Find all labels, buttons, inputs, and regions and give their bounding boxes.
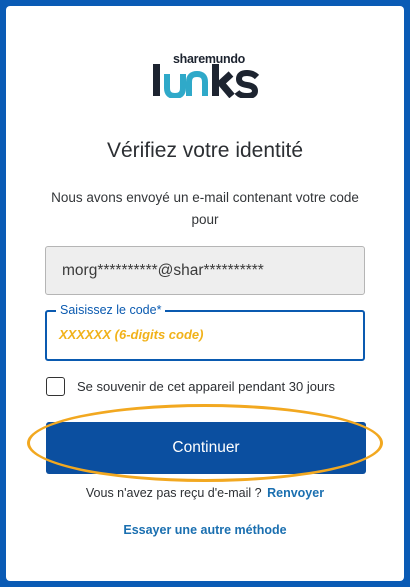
page-subtitle: Nous avons envoyé un e-mail contenant vo… bbox=[51, 190, 359, 227]
code-input[interactable]: Saisissez le code* XXXXXX (6-digits code… bbox=[45, 303, 365, 361]
email-display: morg**********@shar********** bbox=[45, 246, 365, 295]
code-input-label: Saisissez le code* bbox=[56, 303, 166, 317]
logo-wordmark bbox=[151, 62, 263, 98]
login-card: sharemundo Vérifiez votre identité Nous … bbox=[6, 6, 404, 581]
remember-device-row[interactable]: Se souvenir de cet appareil pendant 30 j… bbox=[46, 377, 335, 396]
brand-logo: sharemundo bbox=[6, 52, 404, 103]
page-title: Vérifiez votre identité bbox=[106, 139, 304, 162]
links-wordmark-icon bbox=[153, 64, 260, 98]
continue-button[interactable]: Continuer bbox=[46, 422, 366, 474]
resend-prompt: Vous n'avez pas reçu d'e-mail ? bbox=[85, 486, 262, 500]
remember-device-checkbox[interactable] bbox=[46, 377, 65, 396]
resend-link[interactable]: Renvoyer bbox=[267, 486, 324, 500]
code-input-placeholder: XXXXXX (6-digits code) bbox=[59, 327, 204, 342]
alt-method-link[interactable]: Essayer une autre méthode bbox=[6, 523, 404, 537]
remember-device-label: Se souvenir de cet appareil pendant 30 j… bbox=[77, 379, 336, 394]
resend-row: Vous n'avez pas reçu d'e-mail ? Renvoyer bbox=[6, 486, 404, 500]
